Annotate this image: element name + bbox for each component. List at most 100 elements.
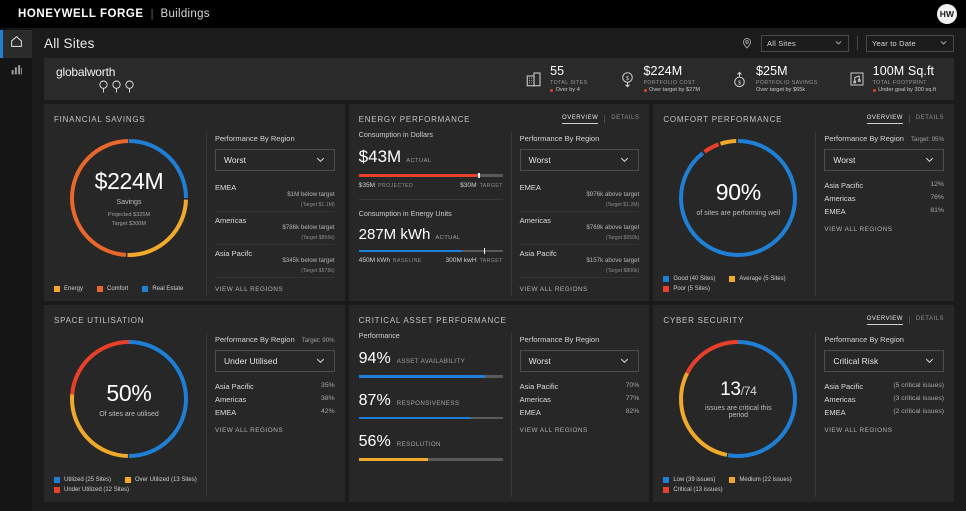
donut-center-label: 13/74 issues are critical this period [674, 335, 802, 463]
metric-label: RESPONSIVENESS [397, 400, 460, 407]
legend-item: Medium (22 issues) [729, 477, 791, 483]
region-row[interactable]: Asia Pacific 70% [520, 380, 640, 393]
tab-overview[interactable]: OVERVIEW [867, 115, 903, 124]
metric-unit: ACTUAL [406, 158, 431, 164]
metric-label: RESOLUTION [397, 441, 441, 448]
region-percent: 81% [930, 207, 944, 214]
kpi-note: Over by 4 [550, 87, 587, 93]
region-filter-value: Worst [529, 356, 551, 366]
region-row[interactable]: Asia Pacific (5 critical issues) [824, 380, 944, 393]
portfolio-logo: globalworth [56, 65, 176, 93]
region-row[interactable]: Americas (3 critical issues) [824, 393, 944, 406]
region-filter-dropdown[interactable]: Worst [824, 149, 944, 171]
region-filter-dropdown[interactable]: Under Utilised [215, 350, 335, 372]
view-all-regions-link[interactable]: VIEW ALL REGIONS [215, 286, 335, 293]
region-value: $1M below target (Target $1.1M) [287, 183, 334, 208]
performance-by-region-title: Performance By Region [824, 335, 904, 344]
sidebar-item-home[interactable] [0, 30, 32, 58]
chevron-down-icon [315, 355, 326, 368]
view-all-regions-link[interactable]: VIEW ALL REGIONS [215, 427, 335, 434]
performance-target-label: Target: 95% [911, 136, 944, 143]
metric-responsiveness: 87% RESPONSIVENESS [359, 392, 509, 420]
legend-swatch [663, 276, 669, 282]
metric-progress-bar [359, 417, 503, 420]
region-row[interactable]: Asia Pacific 35% [215, 380, 335, 393]
region-row[interactable]: Americas 38% [215, 393, 335, 406]
donut-column: 13/74 issues are critical this period [663, 331, 813, 499]
tab-details[interactable]: DETAILS [916, 115, 944, 123]
region-row[interactable]: Asia Pacific 12% [824, 179, 944, 192]
region-row[interactable]: Americas 77% [520, 393, 640, 406]
region-filter-dropdown[interactable]: Worst [215, 149, 335, 171]
region-name: Asia Pacifc [520, 249, 557, 258]
region-row[interactable]: EMEA 82% [520, 406, 640, 419]
region-value: $345k below target (Target $578k) [282, 249, 334, 274]
legend: Good (40 Sites) Average (5 Sites) [663, 276, 813, 296]
donut-column: $224M Savings Projected $325M Target $30… [54, 130, 204, 298]
legend-item: Comfort [97, 286, 128, 292]
region-row[interactable]: Americas $786k below target (Target $856… [215, 212, 335, 245]
legend-item: Critical (13 issues) [663, 487, 722, 493]
region-row[interactable]: Asia Pacifc $157k above target (Target $… [520, 245, 640, 278]
kpi-value: 100M Sq.ft [873, 65, 936, 78]
metric-footer: $35M PROJECTED $30M TARGET [359, 182, 503, 189]
footprint-icon [848, 70, 866, 88]
card-grid: FINANCIAL SAVINGS [40, 100, 958, 502]
sidebar-item-analytics[interactable] [0, 58, 32, 86]
legend-item: Low (39 issues) [663, 477, 715, 483]
region-row[interactable]: Americas $769k above target (Target $950… [520, 212, 640, 245]
location-pin-icon[interactable] [741, 37, 753, 49]
view-all-regions-link[interactable]: VIEW ALL REGIONS [824, 226, 944, 233]
region-percent: 38% [321, 395, 335, 402]
card-space-utilisation: SPACE UTILISATION [44, 305, 345, 502]
region-filter-dropdown[interactable]: Worst [520, 350, 640, 372]
legend-row: Low (39 issues) Medium (22 issues) [663, 477, 813, 483]
card-header: CYBER SECURITY OVERVIEW DETAILS [663, 313, 944, 327]
legend-label: Under Utilized (12 Sites) [64, 487, 129, 493]
period-filter-select[interactable]: Year to Date [866, 35, 954, 52]
kpi-value: $25M [756, 65, 818, 78]
region-filter-dropdown[interactable]: Worst [520, 149, 640, 171]
region-list: EMEA $976k above target (Target $1.2M) A… [520, 179, 640, 278]
metric-resolution: 56% RESOLUTION [359, 433, 509, 461]
legend-item: Real Estate [142, 286, 183, 292]
tab-overview[interactable]: OVERVIEW [867, 316, 903, 325]
region-percent: (3 critical issues) [893, 395, 944, 402]
region-row[interactable]: EMEA (2 critical issues) [824, 406, 944, 419]
avatar[interactable]: HW [937, 4, 957, 24]
card-title: CYBER SECURITY [663, 316, 744, 325]
region-name: EMEA [520, 408, 541, 417]
legend-label: Low (39 issues) [673, 477, 715, 483]
region-row[interactable]: EMEA $1M below target (Target $1.1M) [215, 179, 335, 212]
view-all-regions-link[interactable]: VIEW ALL REGIONS [824, 427, 944, 434]
donut-value-number: 13 [720, 379, 741, 400]
performance-by-region-header: Performance By Region Target: 95% [824, 134, 944, 143]
tab-divider [909, 115, 910, 123]
region-main: $157k above target [586, 257, 639, 264]
site-filter-select[interactable]: All Sites [761, 35, 849, 52]
legend: Energy Comfort Real Estate [54, 286, 204, 296]
metric-value-row: 287M kWh ACTUAL [359, 226, 503, 243]
brand-divider: | [151, 8, 154, 20]
metric-left-label: PROJECTED [378, 183, 413, 189]
tab-details[interactable]: DETAILS [611, 115, 639, 123]
card-body: $224M Savings Projected $325M Target $30… [54, 130, 335, 298]
region-row[interactable]: EMEA 81% [824, 205, 944, 218]
region-row[interactable]: Asia Pacifc $345k below target (Target $… [215, 245, 335, 278]
view-all-regions-link[interactable]: VIEW ALL REGIONS [520, 427, 640, 434]
column-divider [815, 132, 816, 296]
region-row[interactable]: EMEA 42% [215, 406, 335, 419]
tab-divider [909, 316, 910, 324]
tab-overview[interactable]: OVERVIEW [562, 115, 598, 124]
tab-details[interactable]: DETAILS [916, 316, 944, 324]
donut-center-label: $224M Savings Projected $325M Target $30… [65, 134, 193, 262]
region-main: $769k above target [586, 224, 639, 231]
region-main: $786k below target [282, 224, 334, 231]
region-name: EMEA [520, 183, 541, 192]
region-filter-dropdown[interactable]: Critical Risk [824, 350, 944, 372]
view-all-regions-link[interactable]: VIEW ALL REGIONS [520, 286, 640, 293]
metric-left-value: $35M [359, 182, 376, 189]
region-row[interactable]: EMEA $976k above target (Target $1.2M) [520, 179, 640, 212]
chevron-down-icon [619, 355, 630, 368]
region-row[interactable]: Americas 76% [824, 192, 944, 205]
